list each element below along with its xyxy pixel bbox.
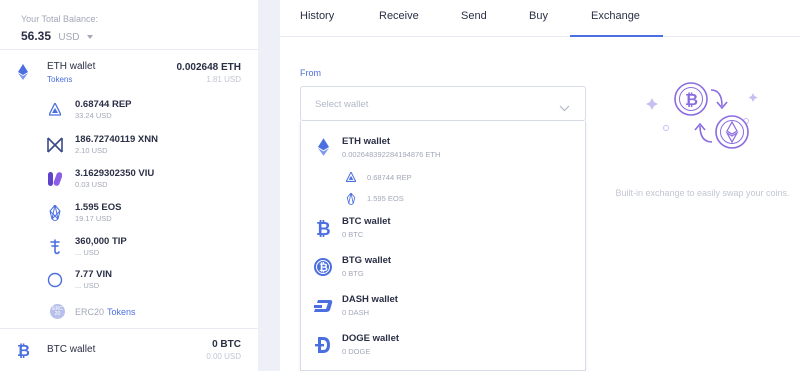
augur-rep-icon <box>46 101 64 119</box>
chevron-down-icon[interactable] <box>559 99 570 117</box>
token-amount: 186.72740119 XNN <box>75 134 158 145</box>
dropdown-option-doge[interactable]: DOGE wallet 0 DOGE <box>301 328 585 362</box>
vin-icon <box>46 271 64 289</box>
viuly-viu-icon <box>46 170 64 188</box>
option-name: DASH wallet <box>342 294 398 305</box>
token-amount: 360,000 TIP <box>75 236 127 247</box>
sidebar-token-tip[interactable]: 360,000 TIP ... USD <box>0 236 258 262</box>
wallet-dropdown: ETH wallet 0.002648392284194876 ETH 0.68… <box>300 121 586 371</box>
svg-text:₿: ₿ <box>316 219 330 237</box>
select-placeholder: Select wallet <box>315 99 369 110</box>
xenon-xnn-icon <box>46 136 64 154</box>
from-label: From <box>300 68 321 78</box>
svg-text:₿: ₿ <box>319 262 328 274</box>
swap-coins-icon: ₿ <box>646 82 758 149</box>
augur-rep-icon <box>344 171 357 184</box>
option-name: ETH wallet <box>342 136 391 147</box>
svg-text:₿: ₿ <box>685 91 698 109</box>
sidebar-wallet-eth[interactable]: ETH wallet Tokens 0.002648 ETH 1.81 USD <box>0 49 258 89</box>
tokens-link[interactable]: Tokens <box>47 75 72 84</box>
tab-buy[interactable]: Buy <box>529 10 548 22</box>
dash-icon <box>313 296 333 316</box>
option-name: BTC wallet <box>342 216 391 227</box>
erc20-tokens-link[interactable]: Tokens <box>107 307 136 317</box>
sidebar-token-eos[interactable]: 1.595 EOS 19.17 USD <box>0 202 258 228</box>
wallet-amount: 0 BTC <box>212 339 241 350</box>
token-usd: 2.10 USD <box>75 146 108 155</box>
tip-icon <box>46 238 64 256</box>
balance-value-row[interactable]: 56.35 USD <box>21 29 98 43</box>
wallet-name: ETH wallet <box>47 61 96 72</box>
exchange-info-text: Built-in exchange to easily swap your co… <box>615 188 790 198</box>
wallet-select[interactable]: Select wallet <box>300 86 586 121</box>
token-usd: ... USD <box>75 281 100 290</box>
sidebar-token-rep[interactable]: 0.68744 REP 33.24 USD <box>0 99 258 125</box>
main-panel: History Receive Send Buy Exchange From S… <box>280 0 800 371</box>
eos-icon <box>46 204 64 222</box>
chevron-down-icon[interactable] <box>86 34 93 39</box>
option-balance: 0 DOGE <box>342 347 371 356</box>
bitcoin-gold-icon: ₿ <box>313 257 333 277</box>
balance-value: 56.35 <box>21 29 52 43</box>
wallet-usd: 0.00 USD <box>206 352 241 361</box>
sidebar-wallet-btc[interactable]: ₿ BTC wallet 0 BTC 0.00 USD <box>0 329 258 371</box>
token-amount: 7.77 VIN <box>75 269 112 280</box>
dropdown-token-eos[interactable]: 1.595 EOS <box>301 190 585 210</box>
balance-label: Your Total Balance: <box>21 14 99 24</box>
token-amount: 3.1629302350 VIU <box>75 168 155 179</box>
ethereum-icon <box>14 63 32 81</box>
option-name: DOGE wallet <box>342 333 400 344</box>
sidebar: Your Total Balance: 56.35 USD ETH wallet… <box>0 0 258 371</box>
sidebar-token-viu[interactable]: 3.1629302350 VIU 0.03 USD <box>0 168 258 194</box>
option-name: BTG wallet <box>342 255 392 266</box>
tab-send[interactable]: Send <box>461 10 487 22</box>
dropdown-option-btg[interactable]: ₿ BTG wallet 0 BTG <box>301 250 585 284</box>
option-balance: 0 BTC <box>342 230 364 239</box>
bitcoin-icon: ₿ <box>14 341 32 359</box>
option-balance: 0.002648392284194876 ETH <box>342 150 441 159</box>
sidebar-token-xnn[interactable]: 186.72740119 XNN 2.10 USD <box>0 134 258 160</box>
tab-exchange[interactable]: Exchange <box>591 10 640 22</box>
wallet-usd: 1.81 USD <box>206 75 241 84</box>
svg-text:₿: ₿ <box>17 342 29 358</box>
ethereum-icon <box>313 137 333 157</box>
tab-bar: History Receive Send Buy Exchange <box>280 0 800 37</box>
erc20-label: ERC20 Tokens <box>75 307 136 317</box>
token-usd: 0.03 USD <box>75 180 108 189</box>
total-balance: Your Total Balance: 56.35 USD <box>21 14 98 43</box>
option-balance: 0 DASH <box>342 308 370 317</box>
active-tab-indicator <box>570 35 663 37</box>
dropdown-option-eth[interactable]: ETH wallet 0.002648392284194876 ETH <box>301 131 585 165</box>
erc20-text: ERC20 <box>75 307 105 317</box>
sidebar-token-vin[interactable]: 7.77 VIN ... USD <box>0 269 258 295</box>
token-amount: 1.595 EOS <box>75 202 122 213</box>
token-amount: 0.68744 REP <box>75 99 132 110</box>
erc20-badge-icon: ERC 20 <box>50 304 65 319</box>
token-usd: 33.24 USD <box>75 111 112 120</box>
token-usd: 19.17 USD <box>75 214 112 223</box>
wallet-name: BTC wallet <box>47 344 96 355</box>
token-label: 1.595 EOS <box>367 194 404 203</box>
eos-icon <box>344 192 357 205</box>
dropdown-token-rep[interactable]: 0.68744 REP <box>301 169 585 189</box>
tab-receive[interactable]: Receive <box>379 10 419 22</box>
token-label: 0.68744 REP <box>367 173 412 182</box>
token-usd: ... USD <box>75 248 100 257</box>
bitcoin-icon: ₿ <box>313 218 333 238</box>
exchange-illustration: ₿ <box>642 76 762 158</box>
wallet-amount: 0.002648 ETH <box>176 62 242 73</box>
dropdown-option-dash[interactable]: DASH wallet 0 DASH <box>301 289 585 323</box>
tab-history[interactable]: History <box>300 10 334 22</box>
dropdown-option-btc[interactable]: ₿ BTC wallet 0 BTC <box>301 211 585 245</box>
option-balance: 0 BTG <box>342 269 364 278</box>
dogecoin-icon <box>313 335 333 355</box>
balance-currency-select[interactable]: USD <box>58 32 79 43</box>
wallet-app: Your Total Balance: 56.35 USD ETH wallet… <box>0 0 800 371</box>
